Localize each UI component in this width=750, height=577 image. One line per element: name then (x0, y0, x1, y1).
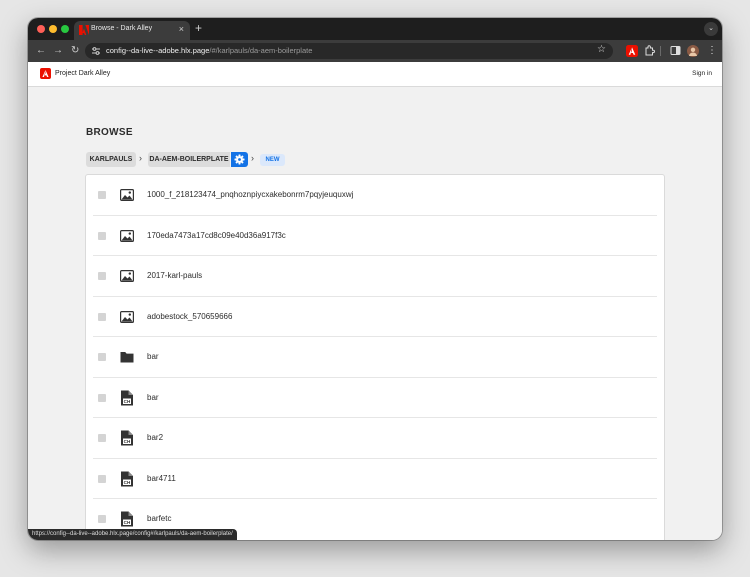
list-item[interactable]: bar (86, 337, 664, 378)
gear-icon (234, 154, 245, 165)
address-bar[interactable]: config--da-live--adobe.hlx.page/#/karlpa… (85, 43, 613, 59)
page-content: Project Dark Alley Sign in BROWSE KARLPA… (28, 62, 722, 540)
site-settings-icon[interactable] (91, 46, 101, 56)
page-title: BROWSE (86, 127, 133, 138)
image-icon (120, 310, 134, 323)
list-item[interactable]: CH bar4711 (86, 459, 664, 499)
image-icon (120, 270, 134, 282)
new-button[interactable]: NEW (260, 154, 285, 166)
tab-strip: Browse - Dark Alley × + ⌄ (28, 18, 722, 40)
row-checkbox[interactable] (98, 312, 106, 321)
file-name[interactable]: 170eda7473a17cd8c09e40d36a917f3c (147, 231, 286, 240)
list-item[interactable]: CH bar (86, 378, 664, 418)
svg-text:CH: CH (124, 520, 131, 525)
file-name[interactable]: barfetc (147, 514, 171, 523)
minimize-window-button[interactable] (49, 25, 57, 33)
document-icon: CH (121, 511, 133, 527)
document-icon: CH (121, 390, 133, 405)
file-name[interactable]: bar2 (147, 433, 163, 442)
back-arrow-icon[interactable]: ← (36, 44, 46, 58)
svg-text:CH: CH (124, 480, 131, 485)
adobe-extension-icon[interactable] (625, 44, 639, 58)
url-path: /#/karlpauls/da-aem-boilerplate (209, 46, 313, 55)
browser-toolbar: ← → ↻ config--da-live--adobe.hlx.page/#/… (28, 40, 722, 62)
adobe-favicon-icon (79, 25, 89, 35)
maximize-window-button[interactable] (61, 25, 69, 33)
profile-avatar-icon[interactable] (686, 44, 700, 58)
image-icon (120, 189, 134, 201)
tab-close-icon[interactable]: × (179, 24, 184, 34)
app-header: Project Dark Alley Sign in (28, 62, 722, 87)
file-name[interactable]: 1000_f_218123474_pnqhoznpiycxakebonrm7pq… (147, 190, 353, 199)
row-checkbox[interactable] (98, 434, 106, 442)
row-checkbox[interactable] (98, 191, 106, 199)
tab-search-button[interactable]: ⌄ (704, 22, 718, 36)
close-window-button[interactable] (37, 25, 45, 33)
tab-title: Browse - Dark Alley (91, 25, 153, 32)
settings-gear-button[interactable] (231, 152, 248, 167)
file-list: 1000_f_218123474_pnqhoznpiycxakebonrm7pq… (85, 174, 665, 540)
status-bar-url: https://config--da-live--adobe.hlx.page/… (28, 529, 237, 540)
file-name[interactable]: adobestock_570659666 (147, 312, 232, 321)
url-host: config--da-live--adobe.hlx.page (106, 46, 210, 55)
forward-arrow-icon[interactable]: → (53, 44, 63, 58)
side-panel-icon[interactable] (668, 44, 682, 58)
breadcrumb-chevron-icon: › (139, 153, 142, 163)
reload-icon[interactable]: ↻ (71, 44, 79, 58)
list-item[interactable]: adobestock_570659666 (86, 297, 664, 337)
row-checkbox[interactable] (98, 272, 106, 280)
app-name[interactable]: Project Dark Alley (55, 70, 110, 77)
new-tab-button[interactable]: + (195, 21, 202, 35)
extensions-puzzle-icon[interactable] (642, 44, 656, 58)
file-name[interactable]: bar (147, 393, 159, 402)
sign-in-button[interactable]: Sign in (692, 70, 712, 77)
file-name[interactable]: bar4711 (147, 474, 176, 483)
document-icon: CH (121, 471, 133, 486)
folder-icon (120, 352, 134, 363)
breadcrumb-da-aem-boilerplate[interactable]: DA-AEM-BOILERPLATE (148, 152, 230, 167)
svg-text:CH: CH (124, 399, 131, 404)
url-text: config--da-live--adobe.hlx.page/#/karlpa… (106, 46, 312, 55)
row-checkbox[interactable] (98, 393, 106, 402)
breadcrumb-chevron-icon: › (251, 153, 254, 163)
document-icon: CH (121, 430, 133, 446)
adobe-logo-icon[interactable] (40, 68, 51, 79)
list-item[interactable]: 170eda7473a17cd8c09e40d36a917f3c (86, 216, 664, 256)
image-icon (120, 229, 134, 242)
list-item[interactable]: 2017-karl-pauls (86, 256, 664, 297)
row-checkbox[interactable] (98, 515, 106, 523)
browser-tab[interactable]: Browse - Dark Alley × (74, 21, 190, 40)
file-name[interactable]: bar (147, 352, 159, 361)
file-name[interactable]: 2017-karl-pauls (147, 271, 202, 280)
svg-text:CH: CH (124, 439, 131, 444)
bookmark-star-icon[interactable]: ☆ (597, 44, 606, 55)
browser-window: Browse - Dark Alley × + ⌄ ← → ↻ config--… (28, 18, 722, 540)
list-item[interactable]: CH bar2 (86, 418, 664, 459)
row-checkbox[interactable] (98, 353, 106, 361)
browser-menu-icon[interactable]: ⋮ (705, 44, 719, 58)
toolbar-separator (660, 46, 661, 56)
list-item[interactable]: 1000_f_218123474_pnqhoznpiycxakebonrm7pq… (86, 175, 664, 216)
breadcrumb-karlpauls[interactable]: KARLPAULS (86, 152, 136, 167)
row-checkbox[interactable] (98, 231, 106, 240)
row-checkbox[interactable] (98, 474, 106, 483)
